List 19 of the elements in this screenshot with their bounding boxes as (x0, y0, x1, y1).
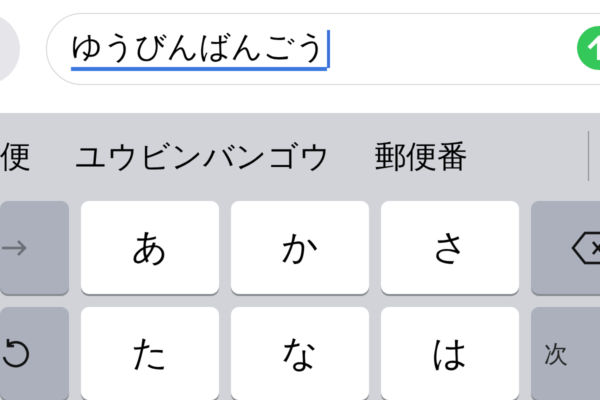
key-label: な (282, 332, 318, 376)
key-label: か (282, 226, 318, 270)
candidate-word[interactable]: 郵便番 (375, 136, 468, 178)
kana-key[interactable]: な (231, 307, 369, 400)
key-label: さ (432, 226, 468, 270)
text-field[interactable]: ゆうびんばんごう (46, 13, 600, 85)
key-label: は (432, 332, 468, 376)
kana-key[interactable]: あ (81, 201, 219, 294)
kana-key[interactable]: は (381, 307, 519, 400)
key-label: た (132, 332, 168, 376)
key-label: あ (132, 226, 168, 270)
function-key[interactable]: 次 (531, 307, 600, 400)
kana-key[interactable]: か (231, 201, 369, 294)
candidate-word[interactable]: 便 (0, 136, 31, 178)
kana-key[interactable]: さ (381, 201, 519, 294)
composing-text: ゆうびんばんごう (71, 27, 327, 71)
candidate-word[interactable]: ユウビンバンゴウ (75, 136, 331, 178)
key-label: 次 (544, 338, 568, 370)
kana-key[interactable]: た (81, 307, 219, 400)
